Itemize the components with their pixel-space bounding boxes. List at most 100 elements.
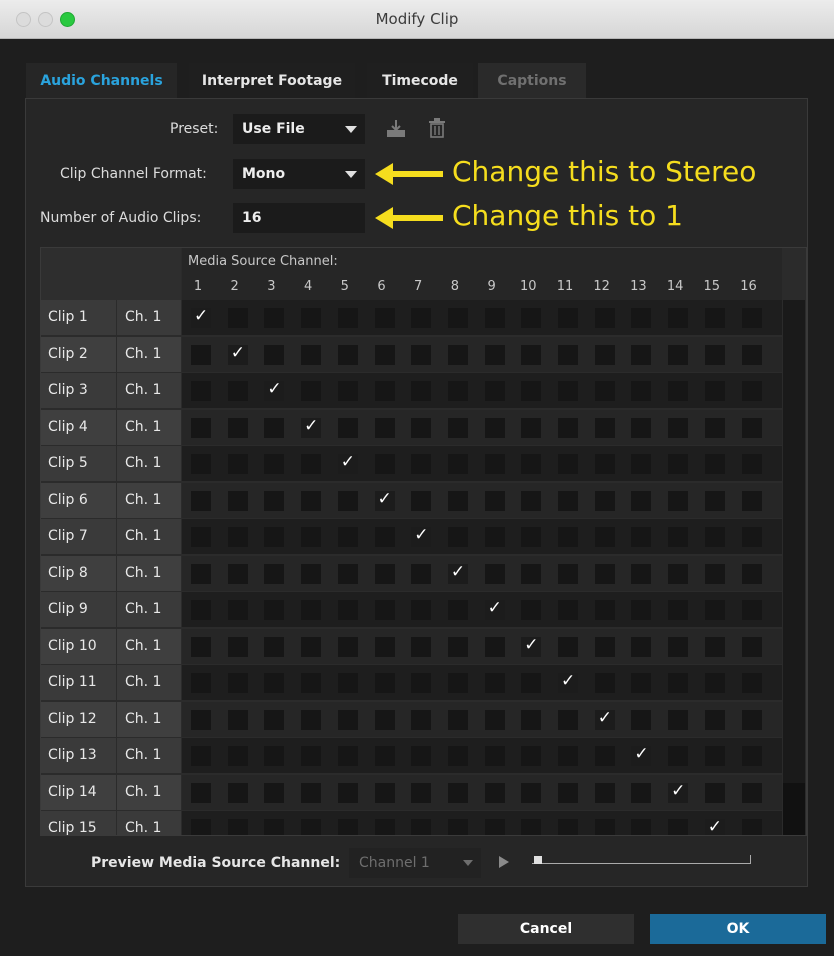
channel-checkbox[interactable] (594, 708, 615, 730)
channel-checkbox[interactable] (301, 527, 322, 547)
channel-checkbox[interactable] (521, 709, 542, 730)
channel-checkbox[interactable] (521, 527, 542, 547)
channel-checkbox[interactable] (191, 417, 211, 438)
channel-checkbox[interactable] (264, 636, 285, 657)
channel-checkbox[interactable] (264, 673, 285, 693)
channel-checkbox[interactable] (264, 344, 285, 365)
channel-checkbox[interactable] (374, 563, 395, 584)
channel-checkbox[interactable] (227, 381, 248, 401)
channel-checkbox[interactable] (484, 344, 505, 365)
channel-checkbox[interactable] (631, 490, 652, 511)
vertical-scrollbar[interactable] (783, 300, 805, 835)
preview-seek-bar[interactable] (532, 855, 751, 864)
channel-checkbox[interactable] (447, 709, 468, 730)
channel-checkbox[interactable] (704, 817, 725, 835)
channel-checkbox[interactable] (704, 563, 725, 584)
channel-checkbox[interactable] (264, 563, 285, 584)
channel-checkbox[interactable] (594, 636, 615, 657)
channel-checkbox[interactable] (337, 563, 358, 584)
channel-checkbox[interactable] (741, 563, 762, 584)
channel-checkbox[interactable] (558, 709, 578, 730)
channel-checkbox[interactable] (741, 600, 762, 620)
channel-checkbox[interactable] (227, 490, 248, 511)
channel-checkbox[interactable] (521, 454, 542, 474)
channel-checkbox[interactable] (411, 673, 432, 693)
channel-checkbox[interactable] (558, 344, 578, 365)
channel-checkbox[interactable] (521, 782, 542, 803)
channel-checkbox[interactable] (521, 563, 542, 584)
channel-checkbox[interactable] (337, 452, 358, 474)
channel-checkbox[interactable] (301, 490, 322, 511)
channel-checkbox[interactable] (337, 308, 358, 328)
channel-checkbox[interactable] (191, 782, 211, 803)
channel-checkbox[interactable] (558, 308, 578, 328)
channel-checkbox[interactable] (741, 782, 762, 803)
channel-checkbox[interactable] (374, 344, 395, 365)
channel-checkbox[interactable] (558, 454, 578, 474)
channel-checkbox[interactable] (668, 746, 689, 766)
channel-checkbox[interactable] (484, 417, 505, 438)
save-preset-icon[interactable] (385, 118, 407, 140)
channel-checkbox[interactable] (227, 454, 248, 474)
channel-checkbox[interactable] (704, 344, 725, 365)
channel-checkbox[interactable] (668, 344, 689, 365)
channel-checkbox[interactable] (594, 490, 615, 511)
channel-checkbox[interactable] (558, 527, 578, 547)
channel-checkbox[interactable] (668, 490, 689, 511)
channel-checkbox[interactable] (704, 527, 725, 547)
channel-checkbox[interactable] (301, 344, 322, 365)
channel-checkbox[interactable] (411, 746, 432, 766)
channel-checkbox[interactable] (668, 709, 689, 730)
channel-checkbox[interactable] (374, 673, 395, 693)
channel-checkbox[interactable] (191, 819, 211, 835)
channel-checkbox[interactable] (521, 308, 542, 328)
channel-checkbox[interactable] (374, 746, 395, 766)
channel-checkbox[interactable] (668, 527, 689, 547)
channel-checkbox[interactable] (484, 819, 505, 835)
channel-checkbox[interactable] (668, 417, 689, 438)
channel-checkbox[interactable] (227, 673, 248, 693)
channel-checkbox[interactable] (227, 600, 248, 620)
channel-checkbox[interactable] (741, 673, 762, 693)
channel-checkbox[interactable] (668, 636, 689, 657)
channel-checkbox[interactable] (594, 563, 615, 584)
channel-checkbox[interactable] (447, 417, 468, 438)
channel-checkbox[interactable] (191, 454, 211, 474)
channel-checkbox[interactable] (227, 709, 248, 730)
channel-checkbox[interactable] (631, 744, 652, 766)
channel-checkbox[interactable] (337, 490, 358, 511)
channel-checkbox[interactable] (227, 782, 248, 803)
channel-checkbox[interactable] (337, 527, 358, 547)
channel-checkbox[interactable] (374, 489, 395, 511)
channel-checkbox[interactable] (191, 636, 211, 657)
channel-checkbox[interactable] (301, 600, 322, 620)
channel-checkbox[interactable] (631, 819, 652, 835)
channel-checkbox[interactable] (484, 709, 505, 730)
channel-checkbox[interactable] (704, 782, 725, 803)
channel-checkbox[interactable] (594, 819, 615, 835)
channel-checkbox[interactable] (484, 746, 505, 766)
channel-checkbox[interactable] (264, 417, 285, 438)
channel-checkbox[interactable] (191, 306, 211, 328)
channel-checkbox[interactable] (521, 490, 542, 511)
channel-checkbox[interactable] (704, 636, 725, 657)
channel-checkbox[interactable] (484, 673, 505, 693)
channel-checkbox[interactable] (631, 527, 652, 547)
channel-checkbox[interactable] (374, 527, 395, 547)
channel-checkbox[interactable] (521, 344, 542, 365)
channel-checkbox[interactable] (374, 709, 395, 730)
channel-checkbox[interactable] (594, 381, 615, 401)
channel-checkbox[interactable] (191, 600, 211, 620)
channel-checkbox[interactable] (484, 527, 505, 547)
channel-checkbox[interactable] (668, 381, 689, 401)
channel-checkbox[interactable] (301, 381, 322, 401)
channel-checkbox[interactable] (227, 636, 248, 657)
channel-checkbox[interactable] (594, 746, 615, 766)
channel-checkbox[interactable] (631, 782, 652, 803)
channel-checkbox[interactable] (191, 527, 211, 547)
cancel-button[interactable]: Cancel (458, 914, 634, 944)
channel-checkbox[interactable] (521, 417, 542, 438)
channel-checkbox[interactable] (447, 490, 468, 511)
channel-checkbox[interactable] (594, 782, 615, 803)
channel-checkbox[interactable] (741, 746, 762, 766)
